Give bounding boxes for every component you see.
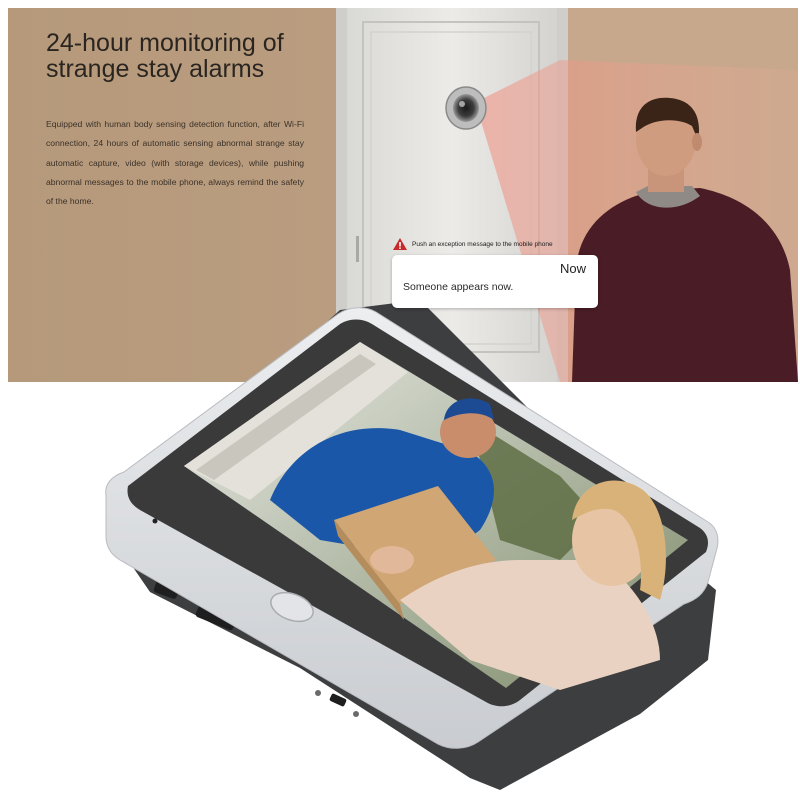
exception-alert-label: Push an exception message to the mobile … <box>412 240 553 248</box>
headline-line-1: 24-hour monitoring of <box>46 29 284 57</box>
notification-time: Now <box>559 261 586 276</box>
sensor-dot <box>152 518 158 524</box>
headline-line-2: strange stay alarms <box>46 55 265 83</box>
feature-description: Equipped with human body sensing detecti… <box>46 119 304 207</box>
phone-notification-card: Now Someone appears now. <box>392 255 598 308</box>
warning-triangle-icon <box>392 237 408 251</box>
headline: 24-hour monitoring of strange stay alarm… <box>46 30 326 82</box>
peephole-camera-icon <box>445 86 487 130</box>
notification-message: Someone appears now. <box>403 281 514 293</box>
exception-alert: Push an exception message to the mobile … <box>392 236 612 252</box>
